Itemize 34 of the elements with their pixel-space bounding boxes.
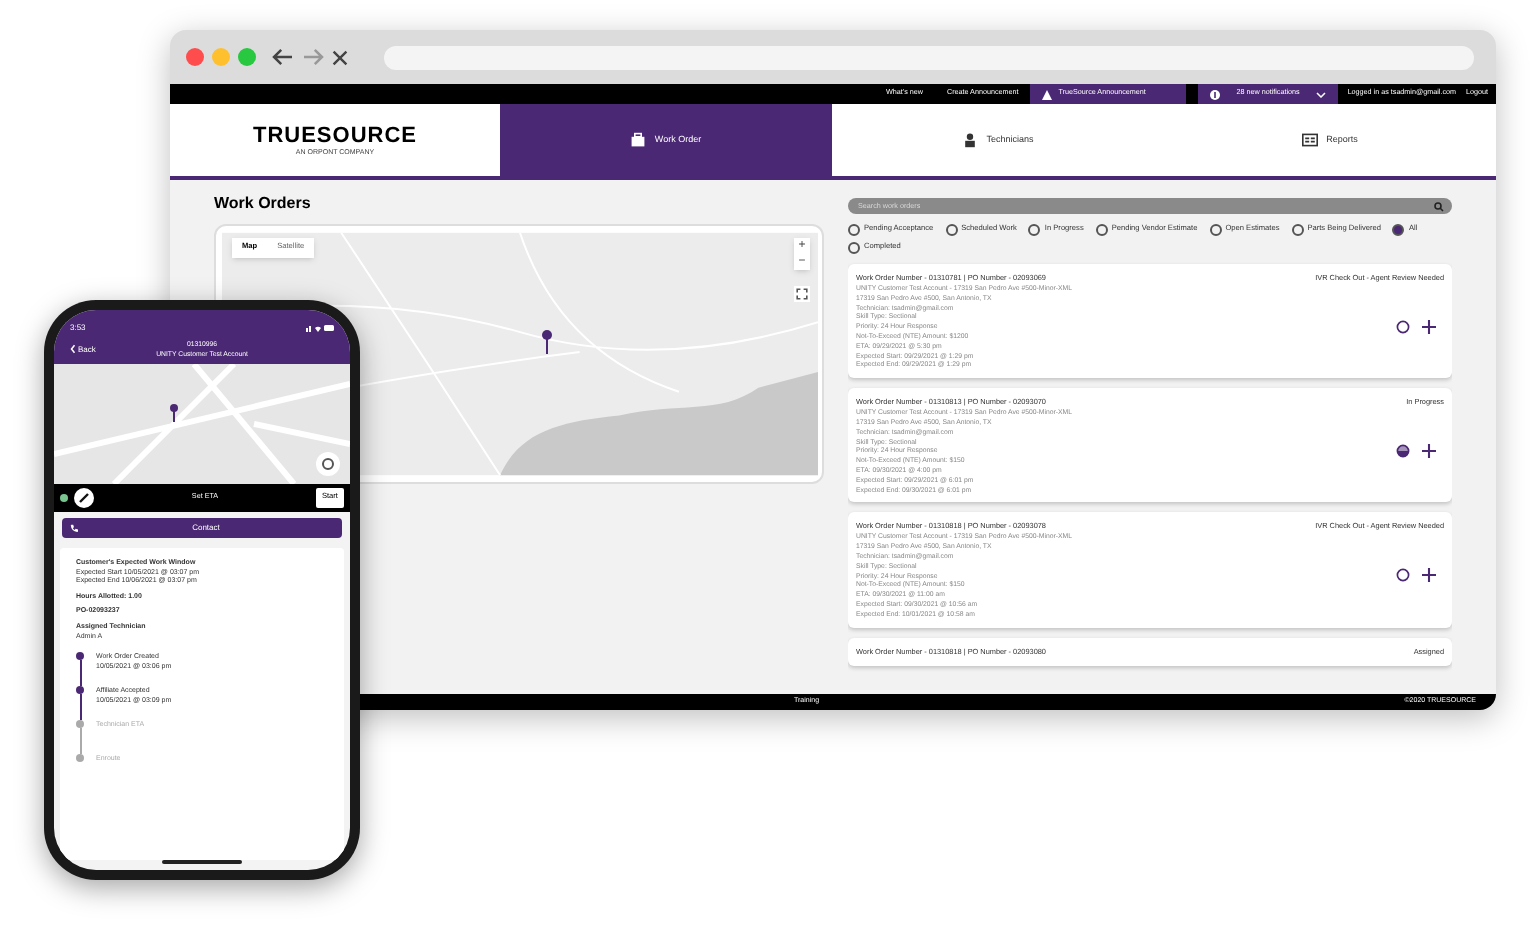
search-icon <box>1434 201 1444 211</box>
filter-radio[interactable] <box>1095 224 1108 236</box>
toolbox-icon <box>630 132 647 148</box>
fullscreen-icon[interactable] <box>794 286 810 302</box>
location-icon[interactable] <box>316 452 340 476</box>
page-title: Work Orders <box>214 192 313 216</box>
chevron-left-icon <box>70 344 76 354</box>
plus-icon[interactable] <box>1422 444 1436 459</box>
filter-radio[interactable] <box>848 242 860 254</box>
chevron-down-icon <box>1315 91 1326 97</box>
online-dot-icon <box>60 494 68 502</box>
filter-radio[interactable] <box>1209 224 1222 236</box>
person-icon <box>962 132 979 148</box>
info-icon <box>1210 89 1221 99</box>
pen-icon[interactable] <box>74 488 94 508</box>
minimize-dot-icon[interactable] <box>212 48 230 66</box>
map-pin-icon <box>542 330 552 354</box>
filter-radio[interactable] <box>848 224 860 236</box>
close-icon[interactable] <box>332 49 348 65</box>
filter-radio[interactable] <box>1028 224 1041 236</box>
status-icons-drawing <box>306 324 334 332</box>
phone-icon <box>70 524 78 532</box>
map-pin-icon <box>170 404 178 422</box>
plus-icon[interactable] <box>1422 320 1436 335</box>
filter-radio[interactable] <box>1392 224 1405 236</box>
filter-radio[interactable] <box>945 224 958 236</box>
back-arrow-icon[interactable] <box>272 48 294 66</box>
home-indicator <box>162 860 242 864</box>
filter-radio[interactable] <box>1291 224 1304 236</box>
close-dot-icon[interactable] <box>186 48 204 66</box>
plus-icon[interactable] <box>1422 568 1436 583</box>
maximize-dot-icon[interactable] <box>238 48 256 66</box>
warning-icon <box>1042 89 1053 99</box>
table-icon <box>1302 132 1319 148</box>
